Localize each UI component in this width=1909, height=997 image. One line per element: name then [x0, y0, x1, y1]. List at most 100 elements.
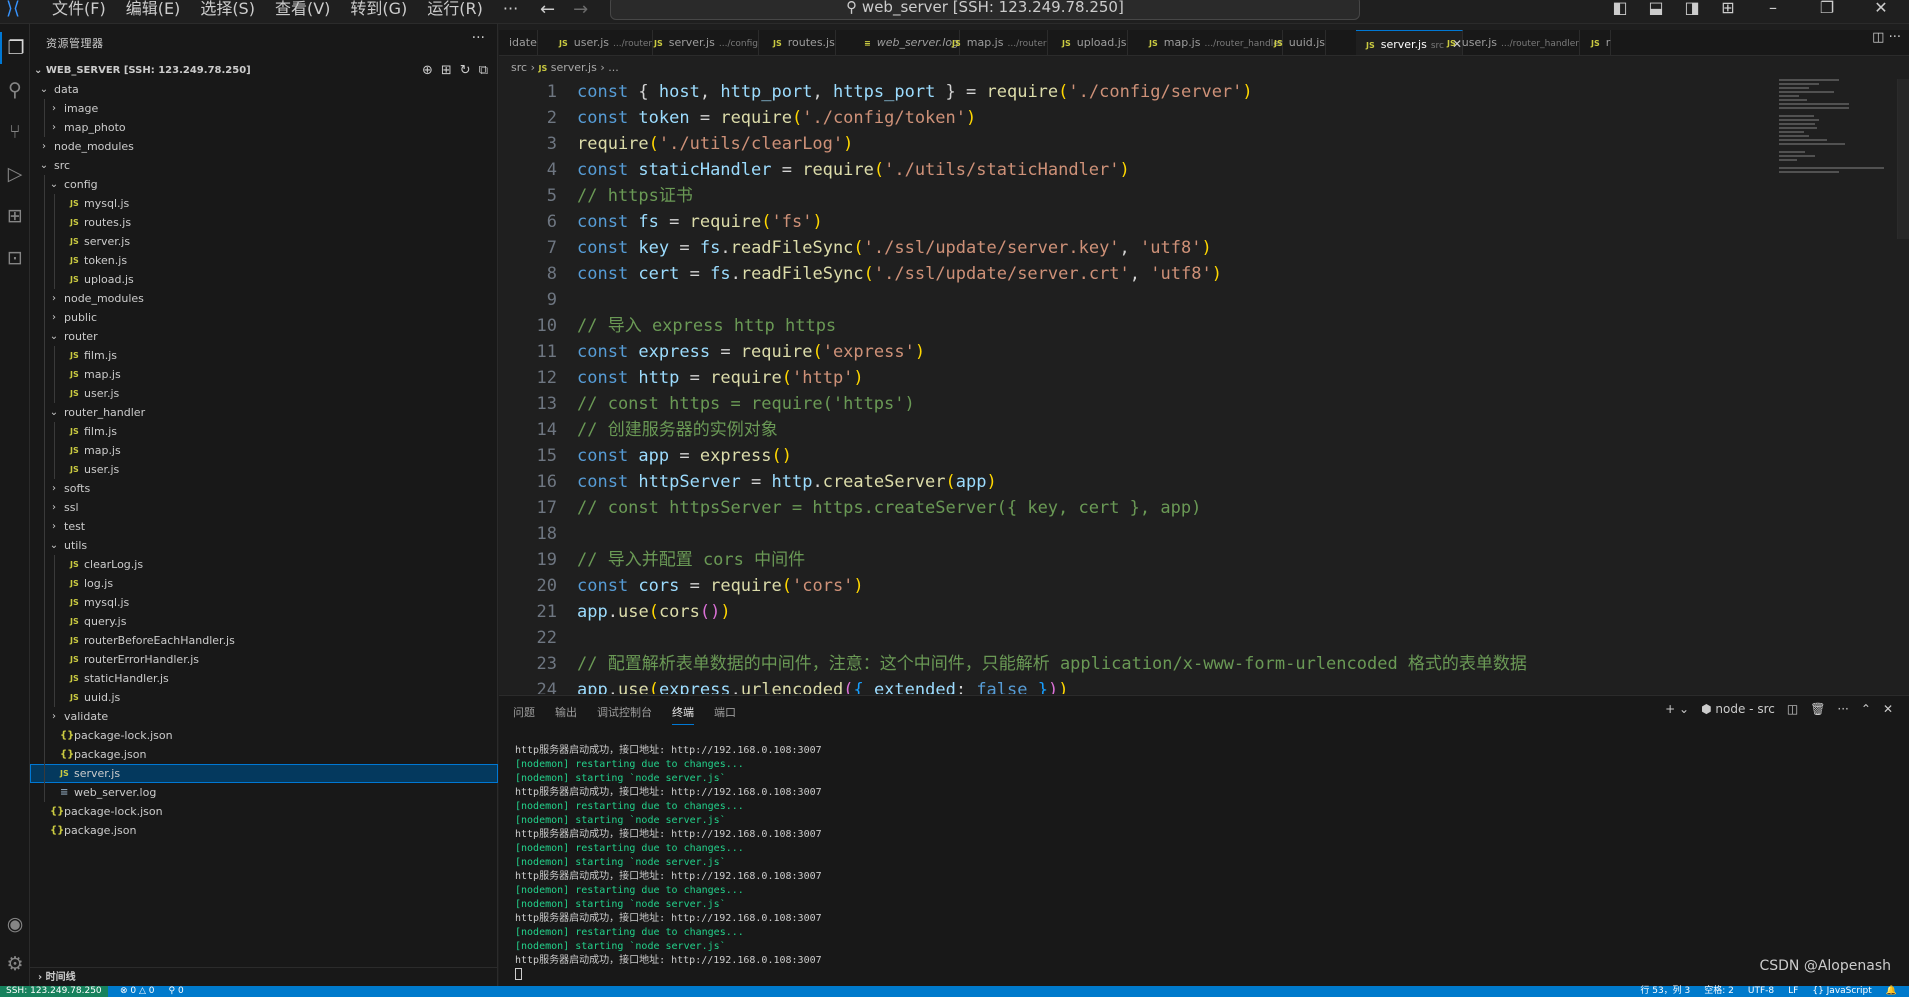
tree-folder[interactable]: › softs: [30, 479, 498, 498]
tree-file[interactable]: JS clearLog.js: [30, 555, 498, 574]
tree-file[interactable]: JS user.js: [30, 460, 498, 479]
close-window-button[interactable]: ✕: [1861, 0, 1901, 17]
ports-status[interactable]: ⚲ 0: [169, 986, 184, 997]
tree-file[interactable]: JS map.js: [30, 441, 498, 460]
tree-file[interactable]: JS log.js: [30, 574, 498, 593]
tree-file[interactable]: {} package.json: [30, 745, 498, 764]
menu-selection[interactable]: 选择(S): [190, 0, 265, 18]
tree-folder[interactable]: › public: [30, 308, 498, 327]
editor-tab[interactable]: JS upload.js: [1052, 30, 1128, 55]
split-editor-icon[interactable]: ◫: [1872, 30, 1884, 45]
search-view-icon[interactable]: ⚲: [0, 74, 30, 106]
tree-file[interactable]: JS staticHandler.js: [30, 669, 498, 688]
source-control-icon[interactable]: ⑂: [0, 116, 30, 148]
split-terminal-icon[interactable]: ◫: [1787, 702, 1798, 716]
run-debug-icon[interactable]: ▷: [0, 158, 30, 190]
editor-more-icon[interactable]: ···: [1889, 30, 1901, 45]
tree-file[interactable]: JS uuid.js: [30, 688, 498, 707]
minimize-button[interactable]: –: [1753, 0, 1793, 17]
toggle-secondary-sidebar-icon[interactable]: ◨: [1681, 0, 1703, 17]
tree-folder[interactable]: › test: [30, 517, 498, 536]
tree-folder[interactable]: ⌄ config: [30, 175, 498, 194]
toggle-panel-icon[interactable]: ⬓: [1645, 0, 1667, 17]
extensions-icon[interactable]: ⊞: [0, 200, 30, 232]
tree-folder[interactable]: ⌄ src: [30, 156, 498, 175]
tree-file[interactable]: JS upload.js: [30, 270, 498, 289]
new-terminal-icon[interactable]: + ⌄: [1665, 702, 1689, 716]
tree-file[interactable]: JS mysql.js: [30, 593, 498, 612]
new-file-icon[interactable]: ⊕: [422, 61, 433, 80]
tree-file[interactable]: JS user.js: [30, 384, 498, 403]
editor-tab[interactable]: JS map.js .../router_handler: [1139, 30, 1284, 55]
menu-edit[interactable]: 编辑(E): [116, 0, 191, 18]
terminal-output[interactable]: http服务器启动成功，接口地址: http://192.168.0.108:3…: [515, 744, 822, 982]
panel-tab[interactable]: 端口: [714, 704, 736, 725]
explorer-icon[interactable]: ❐: [0, 32, 30, 64]
collapse-all-icon[interactable]: ⧉: [479, 61, 488, 80]
tree-folder[interactable]: ⌄ utils: [30, 536, 498, 555]
breadcrumb-symbol[interactable]: ...: [608, 61, 619, 74]
back-arrow-icon[interactable]: ←: [540, 0, 555, 20]
code-editor[interactable]: 1 const { host, http_port, https_port } =…: [499, 79, 1909, 694]
editor-tab[interactable]: idate: [499, 30, 538, 55]
panel-tab[interactable]: 调试控制台: [597, 704, 652, 725]
problems-status[interactable]: ⊗ 0 △ 0: [120, 986, 155, 997]
end-of-line[interactable]: LF: [1788, 986, 1798, 997]
forward-arrow-icon[interactable]: →: [573, 0, 588, 20]
editor-tab[interactable]: JS user.js .../router_handler: [1437, 30, 1580, 55]
encoding[interactable]: UTF-8: [1748, 986, 1774, 997]
remote-explorer-icon[interactable]: ⊡: [0, 242, 30, 274]
editor-tab[interactable]: JS uuid.js: [1264, 30, 1327, 55]
breadcrumb-folder[interactable]: src: [511, 61, 527, 74]
tree-folder[interactable]: › ssl: [30, 498, 498, 517]
menu-file[interactable]: 文件(F): [42, 0, 116, 18]
editor-tab[interactable]: JS user.js .../router: [549, 30, 654, 55]
restore-button[interactable]: ❐: [1807, 0, 1847, 17]
tree-file[interactable]: {} package.json: [30, 821, 498, 840]
menu-run[interactable]: 运行(R): [417, 0, 493, 18]
tree-folder[interactable]: ⌄ router_handler: [30, 403, 498, 422]
menu-view[interactable]: 查看(V): [265, 0, 340, 18]
panel-tab[interactable]: 问题: [513, 704, 535, 725]
kill-terminal-icon[interactable]: 🗑: [1810, 702, 1825, 716]
account-icon[interactable]: ◉: [0, 908, 30, 940]
tree-file[interactable]: JS query.js: [30, 612, 498, 631]
panel-tab[interactable]: 终端: [672, 704, 694, 725]
tree-file[interactable]: JS routerErrorHandler.js: [30, 650, 498, 669]
tree-file[interactable]: {} package-lock.json: [30, 726, 498, 745]
language-mode[interactable]: {} JavaScript: [1812, 986, 1871, 997]
toggle-primary-sidebar-icon[interactable]: ◧: [1609, 0, 1631, 17]
panel-more-icon[interactable]: ···: [1837, 702, 1848, 716]
editor-tab[interactable]: JS server.js .../config: [644, 30, 760, 55]
tree-folder[interactable]: ⌄ data: [30, 80, 498, 99]
tree-folder[interactable]: ⌄ router: [30, 327, 498, 346]
tree-folder[interactable]: › validate: [30, 707, 498, 726]
tree-file[interactable]: JS film.js: [30, 346, 498, 365]
indentation[interactable]: 空格: 2: [1704, 986, 1734, 997]
customize-layout-icon[interactable]: ⊞: [1717, 0, 1739, 17]
tree-file[interactable]: JS map.js: [30, 365, 498, 384]
timeline-section[interactable]: › 时间线: [30, 967, 498, 986]
tree-folder[interactable]: › node_modules: [30, 289, 498, 308]
editor-tab[interactable]: JS routes.js: [763, 30, 836, 55]
tree-file[interactable]: JS routes.js: [30, 213, 498, 232]
tree-file[interactable]: JS server.js: [30, 764, 498, 783]
terminal-label[interactable]: ⬢ node - src: [1701, 702, 1775, 716]
settings-gear-icon[interactable]: ⚙: [0, 948, 30, 980]
tree-folder[interactable]: › node_modules: [30, 137, 498, 156]
menu-go[interactable]: 转到(G): [340, 0, 417, 18]
refresh-icon[interactable]: ↻: [460, 61, 471, 80]
editor-tab[interactable]: JS r: [1581, 30, 1612, 55]
cursor-position[interactable]: 行 53，列 3: [1640, 986, 1690, 997]
tree-file[interactable]: JS mysql.js: [30, 194, 498, 213]
tree-file[interactable]: JS token.js: [30, 251, 498, 270]
tree-file[interactable]: JS film.js: [30, 422, 498, 441]
maximize-panel-icon[interactable]: ⌃: [1861, 702, 1871, 716]
breadcrumb-file[interactable]: server.js: [551, 61, 597, 74]
remote-indicator[interactable]: SSH: 123.249.78.250: [0, 986, 108, 997]
panel-tab[interactable]: 输出: [555, 704, 577, 725]
close-panel-icon[interactable]: ✕: [1883, 702, 1893, 716]
tree-file[interactable]: JS routerBeforeEachHandler.js: [30, 631, 498, 650]
new-folder-icon[interactable]: ⊞: [441, 61, 452, 80]
menu-more[interactable]: ···: [493, 0, 528, 18]
